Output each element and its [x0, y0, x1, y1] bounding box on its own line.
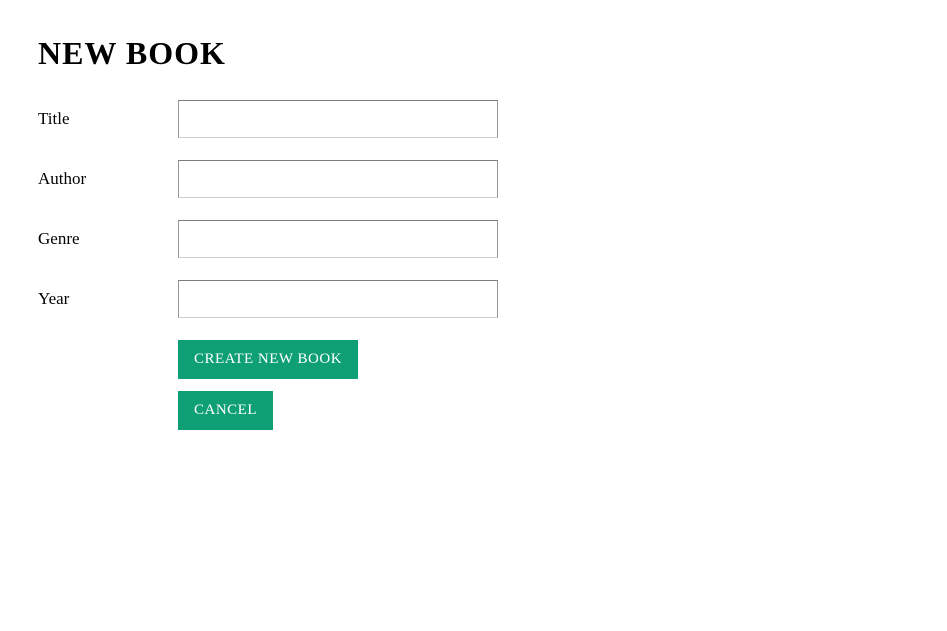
create-new-book-button[interactable]: CREATE NEW BOOK	[178, 340, 358, 379]
author-label: Author	[38, 169, 178, 189]
author-input[interactable]	[178, 160, 498, 198]
year-input[interactable]	[178, 280, 498, 318]
page-title: NEW BOOK	[38, 35, 909, 72]
genre-input[interactable]	[178, 220, 498, 258]
genre-label: Genre	[38, 229, 178, 249]
cancel-button[interactable]: CANCEL	[178, 391, 273, 430]
field-row-author: Author	[38, 160, 909, 198]
title-input[interactable]	[178, 100, 498, 138]
field-row-genre: Genre	[38, 220, 909, 258]
title-label: Title	[38, 109, 178, 129]
field-row-title: Title	[38, 100, 909, 138]
field-row-year: Year	[38, 280, 909, 318]
new-book-form: Title Author Genre Year CREATE NEW BOOK …	[38, 100, 909, 430]
button-row: CREATE NEW BOOK CANCEL	[178, 340, 909, 430]
year-label: Year	[38, 289, 178, 309]
